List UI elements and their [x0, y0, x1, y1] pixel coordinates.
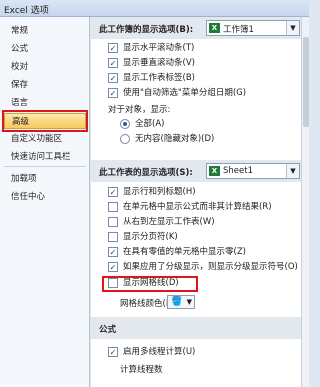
checkbox-unchecked[interactable]: [108, 278, 118, 288]
sidebar-item-trust-center[interactable]: 信任中心: [4, 189, 86, 205]
opt-label: 从右到左显示工作表(W): [123, 217, 215, 227]
scrollbar-thumb[interactable]: [303, 37, 309, 127]
opt-label: 显示水平滚动条(T): [123, 43, 195, 53]
sidebar-item-language[interactable]: 语言: [4, 95, 86, 111]
sidebar-item-save[interactable]: 保存: [4, 77, 86, 93]
radio-selected[interactable]: [120, 119, 130, 129]
checkbox-unchecked[interactable]: [108, 232, 118, 242]
chevron-down-icon: ▼: [286, 21, 299, 35]
workbook-section-title: 此工作簿的显示选项(B):: [99, 25, 194, 35]
chevron-down-icon: ▼: [286, 164, 299, 178]
sheet-section-header: 此工作表的显示选项(S): X Sheet1 ▼: [91, 160, 309, 182]
sidebar-item-customize-ribbon[interactable]: 自定义功能区: [4, 131, 86, 147]
sheet-section-title: 此工作表的显示选项(S):: [99, 168, 193, 178]
checkbox-checked[interactable]: ✓: [108, 88, 118, 98]
opt-label: 在单元格中显示公式而非其计算结果(R): [123, 202, 272, 212]
sidebar-item-quick-access-toolbar[interactable]: 快速访问工具栏: [4, 149, 86, 165]
opt-label: 显示行和列标题(H): [123, 187, 196, 197]
window-titlebar: Excel 选项: [0, 0, 309, 17]
formula-section-header: 公式: [91, 317, 309, 339]
sidebar-item-add-ins[interactable]: 加载项: [4, 171, 86, 187]
checkbox-checked[interactable]: ✓: [108, 247, 118, 257]
sidebar-divider: [4, 166, 86, 167]
checkbox-checked[interactable]: ✓: [108, 262, 118, 272]
advanced-highlight-box: [2, 110, 88, 132]
sidebar-item-proofing[interactable]: 校对: [4, 59, 86, 75]
window-title: Excel 选项: [4, 6, 49, 16]
checkbox-unchecked[interactable]: [108, 217, 118, 227]
checkbox-checked[interactable]: ✓: [108, 73, 118, 83]
checkbox-checked[interactable]: ✓: [108, 347, 118, 357]
sidebar-item-general[interactable]: 常规: [4, 23, 86, 39]
workbook-select[interactable]: X 工作簿1 ▼: [206, 20, 300, 36]
chevron-down-icon: ▼: [186, 298, 192, 306]
opt-label: 显示工作表标签(B): [123, 73, 195, 83]
opt-label: 显示垂直滚动条(V): [123, 58, 195, 68]
workbook-section-header: 此工作簿的显示选项(B): X 工作簿1 ▼: [91, 17, 309, 39]
sidebar-nav: 常规 公式 校对 保存 语言 高级 自定义功能区 快速访问工具栏 加载项 信任中…: [0, 17, 90, 387]
formula-section-title: 公式: [99, 325, 117, 335]
gridline-color-button[interactable]: 🪣 ▼: [167, 295, 195, 309]
checkbox-unchecked[interactable]: [108, 202, 118, 212]
excel-sheet-icon: X: [209, 166, 220, 176]
opt-label: 启用多线程计算(U): [123, 347, 196, 357]
opt-label: 显示分页符(K): [123, 232, 178, 242]
radio-unselected[interactable]: [120, 134, 130, 144]
sheet-select-value: Sheet1: [223, 166, 253, 176]
paint-bucket-icon: 🪣: [171, 297, 183, 307]
threads-label: 计算线程数: [120, 365, 163, 375]
opt-label: 在具有零值的单元格中显示零(Z): [123, 247, 246, 257]
opt-label: 如果应用了分级显示，则显示分级显示符号(O): [123, 262, 298, 272]
objects-label: 对于对象，显示:: [108, 105, 171, 115]
sheet-select[interactable]: X Sheet1 ▼: [206, 163, 300, 179]
checkbox-checked[interactable]: ✓: [108, 187, 118, 197]
vertical-scrollbar[interactable]: [301, 17, 309, 387]
checkbox-checked[interactable]: ✓: [108, 43, 118, 53]
checkbox-checked[interactable]: ✓: [108, 58, 118, 68]
excel-workbook-icon: X: [209, 23, 220, 33]
workbook-select-value: 工作簿1: [223, 25, 254, 35]
opt-label: 使用"自动筛选"菜单分组日期(G): [123, 88, 247, 98]
sidebar-item-formulas[interactable]: 公式: [4, 41, 86, 57]
opt-label: 显示网格线(D): [123, 278, 179, 288]
options-panel: 此工作簿的显示选项(B): X 工作簿1 ▼ ✓ 显示水平滚动条(T) ✓ 显示…: [91, 17, 309, 387]
radio-label: 全部(A): [135, 119, 165, 129]
radio-label: 无内容(隐藏对象)(D): [135, 134, 215, 144]
